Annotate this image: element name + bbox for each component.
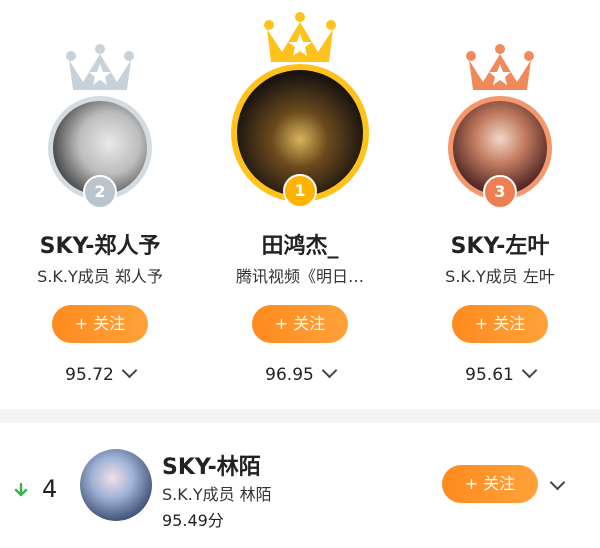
user-subtitle: S.K.Y成员 左叶 — [445, 267, 555, 286]
chevron-down-icon — [121, 362, 138, 379]
chevron-down-icon — [521, 362, 538, 379]
chevron-down-icon[interactable] — [549, 474, 566, 491]
podium-item-3[interactable]: 3 SKY-左叶 S.K.Y成员 左叶 + 关注 95.61 — [400, 0, 600, 410]
crown-icon — [264, 12, 336, 62]
crown-icon — [466, 44, 534, 90]
user-subtitle: S.K.Y成员 郑人予 — [37, 267, 163, 286]
user-subtitle: 腾讯视频《明日… — [235, 267, 364, 286]
score-toggle[interactable]: 95.72 — [0, 362, 200, 385]
down-arrow-icon — [14, 483, 28, 497]
follow-button[interactable]: + 关注 — [452, 305, 548, 343]
follow-button[interactable]: + 关注 — [52, 305, 148, 343]
score-toggle[interactable]: 96.95 — [200, 362, 400, 385]
user-name[interactable]: SKY-林陌 — [162, 449, 261, 481]
follow-button[interactable]: + 关注 — [252, 305, 348, 343]
list-item[interactable]: 4 SKY-林陌 S.K.Y成员 林陌 95.49分 + 关注 — [0, 423, 600, 548]
ranking-podium: 2 SKY-郑人予 S.K.Y成员 郑人予 + 关注 95.72 1 田鸿杰_ … — [0, 0, 600, 410]
score-value: 95.72 — [65, 365, 114, 385]
score-value: 95.49分 — [162, 511, 224, 530]
section-divider — [0, 409, 600, 423]
rank-number: 4 — [42, 475, 58, 503]
user-name[interactable]: SKY-郑人予 — [0, 228, 200, 260]
score-toggle[interactable]: 95.61 — [400, 362, 600, 385]
user-subtitle: S.K.Y成员 林陌 — [162, 485, 272, 504]
follow-button[interactable]: + 关注 — [442, 465, 538, 503]
avatar[interactable] — [80, 449, 152, 521]
podium-item-2[interactable]: 2 SKY-郑人予 S.K.Y成员 郑人予 + 关注 95.72 — [0, 0, 200, 410]
chevron-down-icon — [321, 362, 338, 379]
podium-item-1[interactable]: 1 田鸿杰_ 腾讯视频《明日… + 关注 96.95 — [200, 0, 400, 410]
user-name[interactable]: SKY-左叶 — [400, 228, 600, 260]
user-name[interactable]: 田鸿杰_ — [200, 228, 400, 260]
rank-badge: 1 — [283, 174, 317, 208]
score-value: 95.61 — [465, 365, 514, 385]
rank-badge: 2 — [83, 175, 117, 209]
crown-icon — [66, 44, 134, 90]
score-value: 96.95 — [265, 365, 314, 385]
rank-badge: 3 — [483, 175, 517, 209]
